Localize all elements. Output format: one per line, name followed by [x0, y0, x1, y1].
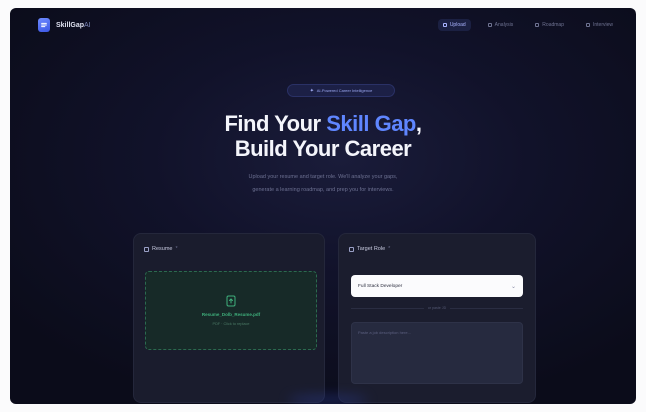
hero-subtitle-line1: Upload your resume and target role. We'l… [248, 174, 398, 180]
nav-links: Upload Analysis Roadmap Interview [437, 19, 618, 31]
target-role-card-title: Target Role * [349, 246, 390, 252]
resume-dropzone[interactable]: Resume_Dolb_Resume.pdf PDF · Click to re… [145, 271, 317, 350]
nav-interview[interactable]: Interview [581, 19, 618, 31]
target-role-value: Full Stack Developer [358, 283, 403, 289]
upload-icon [442, 23, 447, 27]
hero-subtitle-line2: generate a learning roadmap, and prep yo… [252, 187, 394, 193]
hero-title-line1: Find Your Skill Gap, [224, 111, 422, 136]
nav-analysis[interactable]: Analysis [483, 19, 519, 31]
interview-icon [585, 23, 590, 27]
document-icon [144, 246, 149, 252]
nav-upload-label: Upload [449, 22, 466, 28]
nav-roadmap-label: Roadmap [542, 22, 564, 28]
nav-upload[interactable]: Upload [437, 19, 471, 31]
job-description-placeholder: Paste a job description here... [358, 330, 411, 335]
hero-badge-label: AI-Powered Career Intelligence [316, 88, 373, 93]
analysis-icon [487, 23, 492, 27]
sparkle-icon: ✦ [309, 87, 314, 94]
job-description-textarea[interactable]: Paste a job description here... [351, 322, 523, 384]
hero-title-accent: Skill Gap [326, 111, 416, 136]
hero-badge: ✦ AI-Powered Career Intelligence [287, 84, 395, 97]
top-navbar: SkillGapAI Upload Analysis Roadmap Inter… [10, 8, 636, 42]
resume-card: Resume * Resume_Dolb_Resume.pdf PDF · Cl… [133, 233, 325, 403]
brand[interactable]: SkillGapAI [38, 18, 91, 32]
target-icon [349, 246, 354, 252]
hero-title-line2: Build Your Career [234, 136, 412, 161]
resume-card-title: Resume * [144, 246, 178, 252]
resume-filename: Resume_Dolb_Resume.pdf [201, 312, 261, 317]
resume-drop-hint: PDF · Click to replace [212, 322, 250, 326]
nav-analysis-label: Analysis [494, 22, 514, 28]
nav-interview-label: Interview [592, 22, 613, 28]
bottom-glow [288, 396, 368, 404]
chevron-down-icon: ⌄ [510, 283, 516, 290]
brand-name: SkillGapAI [56, 21, 91, 29]
or-divider: or paste JD [351, 306, 524, 310]
or-divider-label: or paste JD [427, 306, 447, 310]
brand-logo-icon [38, 18, 50, 32]
app-window: SkillGapAI Upload Analysis Roadmap Inter… [10, 8, 636, 404]
nav-roadmap[interactable]: Roadmap [530, 19, 569, 31]
file-upload-icon [226, 295, 236, 307]
target-role-card: Target Role * Full Stack Developer ⌄ or … [338, 233, 536, 403]
target-role-select[interactable]: Full Stack Developer ⌄ [351, 275, 523, 297]
roadmap-icon [535, 23, 540, 27]
